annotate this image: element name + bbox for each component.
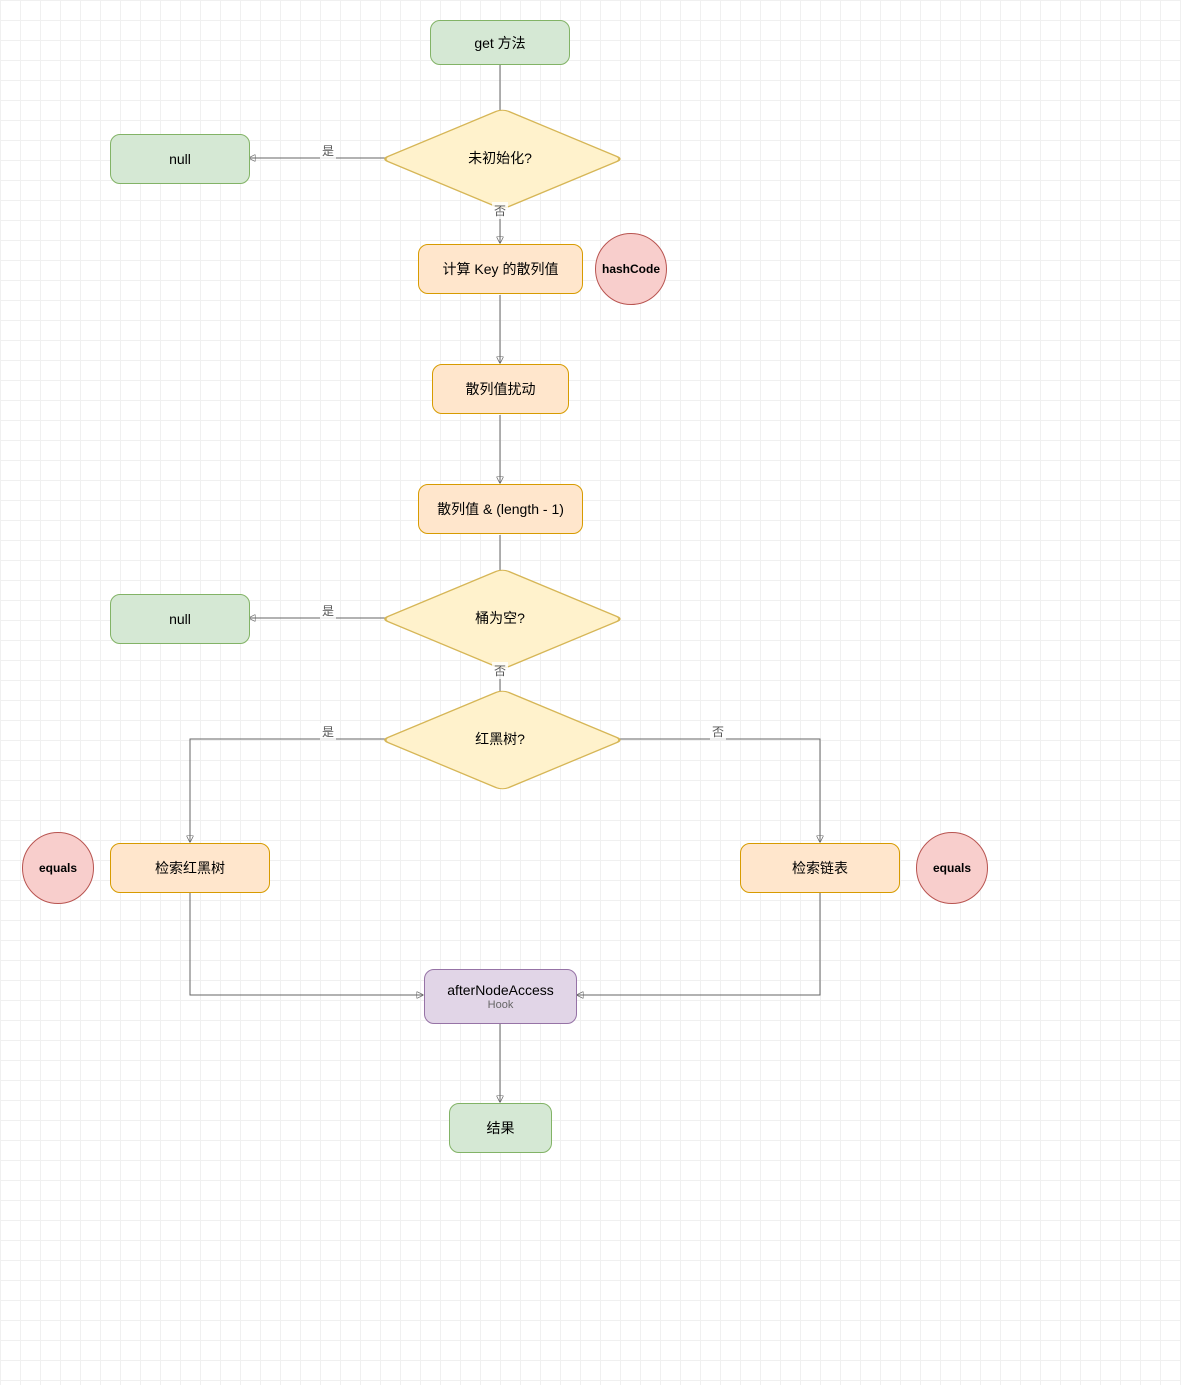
- edge-label-yes-1: 是: [320, 142, 336, 159]
- node-bucket-empty: 桶为空?: [465, 583, 535, 653]
- node-compute-hash-label: 计算 Key 的散列值: [443, 259, 559, 279]
- node-after-access: afterNodeAccess Hook: [424, 969, 577, 1024]
- node-result: 结果: [449, 1103, 552, 1153]
- edge-label-no-2: 否: [492, 662, 508, 679]
- node-after-access-label: afterNodeAccess: [447, 982, 554, 998]
- edge-label-no-1: 否: [492, 202, 508, 219]
- edge-label-no-3: 否: [710, 723, 726, 740]
- node-bucket-empty-label: 桶为空?: [475, 608, 525, 628]
- node-null-1-label: null: [169, 151, 191, 167]
- node-search-list-label: 检索链表: [792, 858, 848, 878]
- node-rbtree: 红黑树?: [465, 704, 535, 774]
- node-hashcode-label: hashCode: [602, 262, 660, 276]
- node-equals-2: equals: [916, 832, 988, 904]
- node-search-rbtree: 检索红黑树: [110, 843, 270, 893]
- node-result-label: 结果: [487, 1118, 515, 1138]
- node-perturb-label: 散列值扰动: [466, 379, 536, 399]
- node-index-calc: 散列值 & (length - 1): [418, 484, 583, 534]
- node-not-initialized-label: 未初始化?: [468, 148, 532, 168]
- node-search-list: 检索链表: [740, 843, 900, 893]
- node-equals-2-label: equals: [933, 861, 971, 875]
- edge-label-yes-2: 是: [320, 602, 336, 619]
- node-after-access-sub: Hook: [488, 999, 514, 1011]
- node-search-rbtree-label: 检索红黑树: [155, 858, 225, 878]
- node-start: get 方法: [430, 20, 570, 65]
- node-equals-1: equals: [22, 832, 94, 904]
- edge-label-yes-3: 是: [320, 723, 336, 740]
- edges-layer: [0, 0, 1181, 1385]
- node-not-initialized: 未初始化?: [465, 123, 535, 193]
- node-null-2: null: [110, 594, 250, 644]
- node-start-label: get 方法: [474, 33, 525, 53]
- node-hashcode: hashCode: [595, 233, 667, 305]
- node-index-calc-label: 散列值 & (length - 1): [437, 499, 564, 519]
- node-compute-hash: 计算 Key 的散列值: [418, 244, 583, 294]
- node-perturb: 散列值扰动: [432, 364, 569, 414]
- flowchart-canvas: get 方法 未初始化? 是 否 null 计算 Key 的散列值 hashCo…: [0, 0, 1181, 1385]
- node-null-1: null: [110, 134, 250, 184]
- node-rbtree-label: 红黑树?: [475, 729, 525, 749]
- node-equals-1-label: equals: [39, 861, 77, 875]
- node-null-2-label: null: [169, 611, 191, 627]
